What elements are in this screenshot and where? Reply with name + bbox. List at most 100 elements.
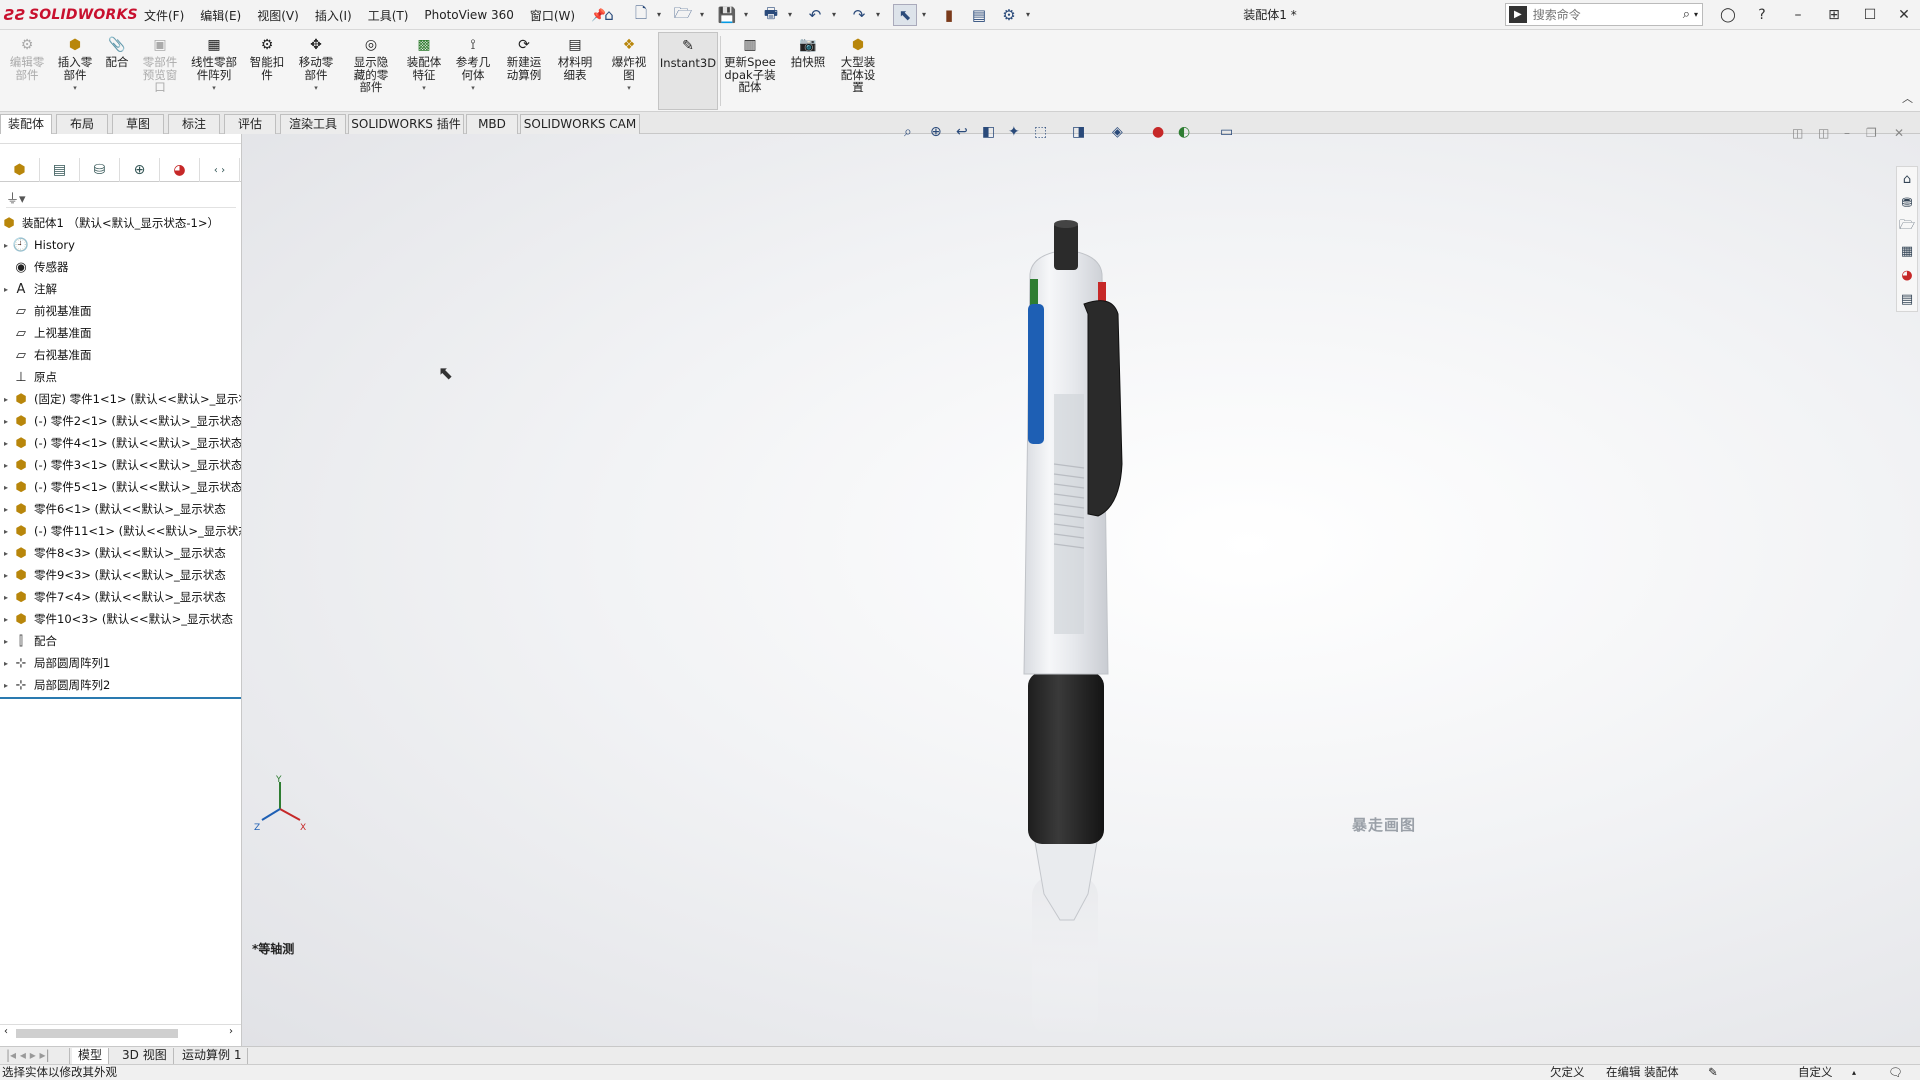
collapse-ribbon-icon[interactable]: ︿ — [1902, 90, 1913, 106]
tab-assembly[interactable]: 装配体 — [0, 114, 52, 135]
move-component-button[interactable]: ✥ 移动零部件 ▾ — [292, 36, 340, 95]
file-explorer-icon[interactable]: 🗁 — [1897, 215, 1917, 239]
new-motion-study-button[interactable]: ⟳ 新建运动算例 — [500, 36, 548, 81]
tree-item[interactable]: ▱ 前视基准面 — [0, 300, 241, 322]
view-palette-icon[interactable]: ▦ — [1897, 239, 1917, 263]
expand-arrow-icon[interactable]: ▸ — [0, 571, 12, 580]
solidworks-logo[interactable]: ƧƧ SOLIDWORKS — [4, 6, 138, 24]
graphics-viewport[interactable]: 暴走画图 *等轴测 Y X Z ⬉ — [242, 134, 1920, 1046]
tree-item[interactable]: ▸ ⊹ 局部圆周阵列1 — [0, 652, 241, 674]
tab-motion-study-1[interactable]: 运动算例 1 — [176, 1048, 249, 1064]
chevron-down-icon[interactable]: ▾ — [832, 10, 836, 19]
large-assembly-settings-button[interactable]: ⬢ 大型装配体设置 — [834, 36, 882, 94]
insert-component-button[interactable]: ⬢ 插入零部件 ▾ — [52, 36, 98, 95]
previous-view-icon[interactable]: ↩ — [956, 122, 968, 142]
new-document-icon[interactable]: 🗋 — [630, 4, 652, 26]
pen-model[interactable] — [242, 134, 1920, 1046]
property-manager-tab-icon[interactable]: ▤ — [40, 158, 80, 182]
tree-item[interactable]: ▸ ⬢ (-) 零件2<1> (默认<<默认>_显示状态 — [0, 410, 241, 432]
menu-tools[interactable]: 工具(T) — [360, 7, 417, 24]
configuration-manager-tab-icon[interactable]: ⛁ — [80, 158, 120, 182]
edit-appearance-icon[interactable]: ● — [1152, 122, 1164, 142]
menu-edit[interactable]: 编辑(E) — [192, 7, 249, 24]
filter-icon[interactable]: ⏚▾ — [6, 188, 236, 208]
close-icon[interactable]: ✕ — [1890, 4, 1918, 26]
tree-item[interactable]: ▸ 🕘 History — [0, 234, 241, 256]
chevron-down-icon[interactable]: ▾ — [876, 10, 880, 19]
expand-arrow-icon[interactable]: ▸ — [0, 461, 12, 470]
expand-arrow-icon[interactable]: ▸ — [0, 593, 12, 602]
expand-arrow-icon[interactable]: ▸ — [0, 681, 12, 690]
section-view-icon[interactable]: ◧ — [982, 122, 995, 142]
hide-show-items-icon[interactable]: ◈ — [1112, 122, 1123, 142]
reference-geometry-button[interactable]: ⟟ 参考几何体 ▾ — [450, 36, 496, 95]
search-commands-box[interactable]: ▶ ⌕ ▾ — [1505, 3, 1703, 26]
minimize-icon[interactable]: – — [1784, 4, 1812, 26]
print-icon[interactable]: 🖶 — [760, 4, 782, 26]
menu-insert[interactable]: 插入(I) — [307, 7, 360, 24]
viewport-maximize-icon[interactable]: ❐ — [1866, 126, 1877, 140]
smart-fasteners-button[interactable]: ⚙ 智能扣件 — [244, 36, 290, 81]
save-icon[interactable]: 💾 — [716, 4, 738, 26]
expand-arrow-icon[interactable]: ▸ — [0, 659, 12, 668]
panel-splitter[interactable] — [0, 134, 241, 144]
tab-sketch[interactable]: 草图 — [112, 114, 164, 134]
open-folder-icon[interactable]: 🗁 — [672, 4, 694, 26]
account-icon[interactable]: ◯ — [1714, 4, 1742, 26]
tree-item[interactable]: ▱ 右视基准面 — [0, 344, 241, 366]
home-icon[interactable]: ⌂ — [598, 4, 620, 26]
viewport-split-icon[interactable]: ◫ — [1818, 126, 1829, 140]
tab-mbd[interactable]: MBD — [466, 114, 518, 134]
dimxpert-tab-icon[interactable]: ⊕ — [120, 158, 160, 182]
expand-arrow-icon[interactable]: ▸ — [0, 285, 12, 294]
tree-item[interactable]: ▸ ⬢ (-) 零件5<1> (默认<<默认>_显示状态 — [0, 476, 241, 498]
tree-item[interactable]: ⊥ 原点 — [0, 366, 241, 388]
tree-item[interactable]: ▸ ⊹ 局部圆周阵列2 — [0, 674, 241, 696]
tree-item[interactable]: ▸ ⬢ 零件7<4> (默认<<默认>_显示状态 — [0, 586, 241, 608]
redo-icon[interactable]: ↷ — [848, 4, 870, 26]
menu-view[interactable]: 视图(V) — [249, 7, 307, 24]
scrollbar-thumb[interactable] — [16, 1029, 178, 1038]
zoom-to-fit-icon[interactable]: ⌕ — [904, 122, 912, 142]
expand-arrow-icon[interactable]: ▸ — [0, 637, 12, 646]
chevron-down-icon[interactable]: ▾ — [922, 10, 926, 19]
expand-arrow-icon[interactable]: ▸ — [0, 483, 12, 492]
edit-component-button[interactable]: ⚙ 编辑零部件 — [4, 36, 50, 81]
expand-arrow-icon[interactable]: ▸ — [0, 615, 12, 624]
mate-button[interactable]: 📎 配合 — [100, 36, 134, 69]
search-input[interactable] — [1532, 7, 1683, 22]
expand-arrow-icon[interactable]: ▸ — [0, 527, 12, 536]
chevron-down-icon[interactable]: ▾ — [422, 82, 426, 95]
chevron-down-icon[interactable]: ▾ — [657, 10, 661, 19]
file-properties-icon[interactable]: ▤ — [968, 4, 990, 26]
component-preview-button[interactable]: ▣ 零部件预览窗口 — [136, 36, 184, 94]
tree-item[interactable]: ▸ A 注解 — [0, 278, 241, 300]
chevron-down-icon[interactable]: ▾ — [1694, 10, 1698, 19]
rebuild-status-icon[interactable]: ✎ — [1708, 1065, 1718, 1080]
instant3d-button[interactable]: ✎ Instant3D — [658, 32, 718, 110]
tab-navigation-arrows[interactable]: |◂ ◂ ▸ ▸| — [0, 1048, 70, 1064]
tooltip-toggle-icon[interactable]: 🗨 — [1888, 1065, 1903, 1080]
scroll-right-icon[interactable]: › — [229, 1026, 233, 1037]
update-speedpak-button[interactable]: ▥ 更新Speedpak子装配体 — [722, 36, 778, 94]
view-orientation-icon[interactable]: ⬚ — [1034, 122, 1047, 142]
scroll-left-icon[interactable]: ‹ — [4, 1026, 8, 1037]
tree-item[interactable]: ▸ ⬢ (-) 零件11<1> (默认<<默认>_显示状态 — [0, 520, 241, 542]
rebuild-traffic-light-icon[interactable]: ▮ — [938, 4, 960, 26]
search-icon[interactable]: ⌕ — [1683, 7, 1690, 22]
panel-tab-scroll-icon[interactable]: ‹ › — [200, 158, 240, 182]
snapshot-button[interactable]: 📷 拍快照 — [784, 36, 832, 69]
tree-item[interactable]: ▸ ⬢ (固定) 零件1<1> (默认<<默认>_显示状态 — [0, 388, 241, 410]
tree-item[interactable]: ▸ ⬢ 零件10<3> (默认<<默认>_显示状态 — [0, 608, 241, 630]
display-style-icon[interactable]: ◨ — [1072, 122, 1085, 142]
display-manager-tab-icon[interactable]: ◕ — [160, 158, 200, 182]
chevron-down-icon[interactable]: ▾ — [212, 82, 216, 95]
tree-item[interactable]: ▱ 上视基准面 — [0, 322, 241, 344]
custom-properties-icon[interactable]: ▤ — [1897, 287, 1917, 311]
viewport-close-icon[interactable]: ✕ — [1894, 126, 1904, 140]
solidworks-resources-icon[interactable]: ⌂ — [1897, 167, 1917, 191]
menu-file[interactable]: 文件(F) — [136, 7, 192, 24]
options-gear-icon[interactable]: ⚙ — [998, 4, 1020, 26]
tree-item[interactable]: ▸ ⬢ 零件8<3> (默认<<默认>_显示状态 — [0, 542, 241, 564]
select-pointer-icon[interactable]: ⬉ — [893, 4, 917, 26]
